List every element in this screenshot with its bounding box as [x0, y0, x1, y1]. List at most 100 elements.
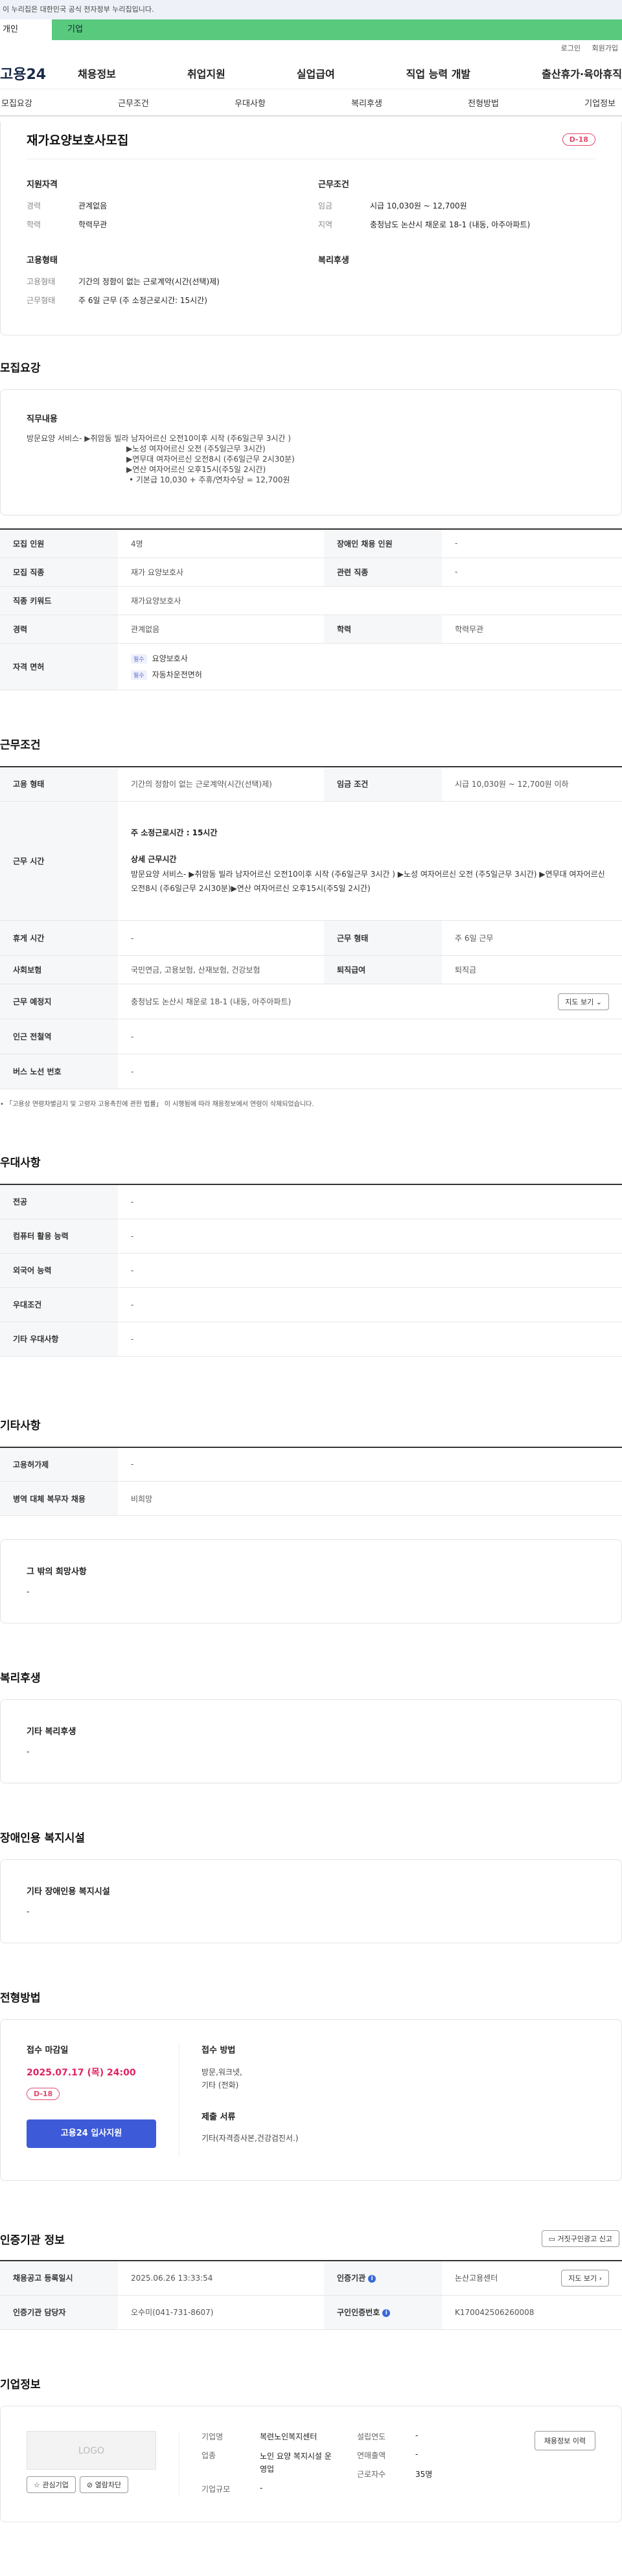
gnb-item-employment-support[interactable]: 취업지원 — [187, 65, 225, 81]
agency-map-button[interactable]: 지도 보기 › — [561, 2269, 609, 2287]
conditions-section: 근무조건 고용 형태 기간의 정함이 없는 근로계약(시간(선택)제) 임금 조건 시… — [0, 736, 622, 1108]
report-fake-ad-button[interactable]: ▭ 거짓구인광고 신고 — [541, 2230, 619, 2247]
selection-card: 접수 마감일 2025.07.17 (목) 24:00 D-18 고용24 입사… — [0, 2019, 622, 2181]
table-header: 퇴직급여 — [324, 955, 442, 984]
other-wishes-value: - — [27, 1587, 30, 1596]
education-value: 학력무관 — [78, 220, 108, 229]
table-cell: 주 6일 근무 — [442, 920, 622, 956]
duty-line: 방문요양 서비스- ▶취암동 빌라 남자어르신 오전10이후 시작 (주6일근무… — [27, 434, 291, 443]
audience-person-tab[interactable]: 개인 — [0, 19, 52, 40]
method-label: 접수 방법 — [202, 2046, 236, 2055]
employees-label: 근로자수 — [357, 2469, 386, 2479]
table-header: 근무 예정지 — [0, 984, 118, 1019]
table-header: 기타 우대사항 — [0, 1322, 118, 1357]
hours-cell: 주 소정근로시간 : 15시간 상세 근무시간 방문요양 서비스- ▶취암동 빌… — [118, 801, 622, 921]
summary-card: 재가요양보호사모집 D-18 지원자격 경력 관계없음 학력 학력무관 근무조건 임… — [0, 122, 622, 335]
license-cell: 필수 요양보호사 필수 자동차운전면허 — [118, 643, 622, 690]
table-header: 우대조건 — [0, 1287, 118, 1322]
table-cell: 재가 요양보호사 — [118, 558, 324, 587]
dday-badge: D-18 — [562, 133, 595, 146]
recruit-table: 모집 인원 4명 장애인 채용 인원 - 모집 직종 재가 요양보호사 관련 직종 - 직종… — [0, 528, 622, 690]
audience-switch: 개인 기업 — [0, 19, 622, 40]
chevron-down-icon: ⌄ — [595, 997, 602, 1006]
tab-recruit[interactable]: 모집요강 — [0, 96, 34, 109]
report-button-label: 거짓구인광고 신고 — [557, 2235, 612, 2243]
sales-value: - — [415, 2449, 419, 2459]
info-icon[interactable]: i — [368, 2274, 376, 2283]
welfare-box-value: - — [27, 1747, 30, 1756]
table-cell: K170042506260008 — [442, 2295, 622, 2330]
disability-section-title: 장애인용 복지시설 — [0, 1832, 86, 1845]
site-logo[interactable]: 고용24 — [0, 63, 78, 84]
gov-banner: 이 누리집은 대한민국 공식 전자정부 누리집입니다. — [0, 0, 622, 19]
welfare-title: 복리후생 — [318, 256, 349, 266]
company-name-value: 복련노인복지센터 — [260, 2432, 317, 2441]
industry-value: 노인 요양 복지시설 운영업 — [260, 2451, 332, 2474]
gnb-menu: 채용정보 취업지원 실업급여 직업 능력 개발 출산휴가·육아휴직 — [78, 65, 622, 81]
block-button-label: 열람차단 — [95, 2480, 122, 2489]
table-header: 채용공고 등록일시 — [0, 2261, 118, 2296]
number-label: 구인인증번호 — [337, 2308, 380, 2317]
table-header: 경력 — [0, 615, 118, 644]
employment-title: 고용형태 — [27, 256, 58, 266]
table-cell: - — [118, 1054, 622, 1089]
table-header: 인증기관 담당자 — [0, 2295, 118, 2330]
age-note: • 「고용상 연령차별금지 및 고령자 고용촉진에 관한 법률」 이 시행됨에 … — [0, 1098, 622, 1108]
etc-section: 기타사항 고용허가제 - 병역 대체 복무자 채용 비희망 그 밖의 희망사항 - — [0, 1416, 622, 1623]
company-section-title: 기업정보 — [0, 2378, 41, 2391]
wage-value: 시급 10,030원 ~ 12,700원 — [370, 201, 467, 210]
gnb-item-unemployment-benefit[interactable]: 실업급여 — [297, 65, 335, 81]
company-logo-text: LOGO — [78, 2445, 105, 2456]
education-label: 학력 — [27, 220, 41, 229]
sales-label: 연매출액 — [357, 2450, 386, 2460]
duty-card: 직무내용 방문요양 서비스- ▶취암동 빌라 남자어르신 오전10이후 시작 (… — [0, 389, 622, 515]
other-wishes-card: 그 밖의 희망사항 - — [0, 1539, 622, 1623]
apply-button[interactable]: 고용24 입사지원 — [27, 2119, 156, 2148]
tab-preference[interactable]: 우대사항 — [233, 96, 267, 109]
table-cell: 시급 10,030원 ~ 12,700원 이하 — [442, 766, 622, 802]
tab-welfare[interactable]: 복리후생 — [350, 96, 384, 109]
block-icon: ⊘ — [86, 2480, 93, 2489]
favorite-company-button[interactable]: ☆ 관심기업 — [27, 2476, 76, 2493]
cert-section: 인증기관 정보 ▭ 거짓구인광고 신고 채용공고 등록일시 2025.06.26 … — [0, 2230, 622, 2330]
map-button[interactable]: 지도 보기 ⌄ — [558, 993, 609, 1010]
star-icon: ☆ — [34, 2480, 40, 2489]
license-item: 자동차운전면허 — [152, 670, 202, 679]
table-cell: 오수미(041-731-8607) — [118, 2295, 324, 2330]
block-company-button[interactable]: ⊘ 열람차단 — [79, 2476, 129, 2493]
hours-detail: 방문요양 서비스- ▶취암동 빌라 남자어르신 오전10이후 시작 (주6일근무… — [131, 869, 605, 893]
hiring-history-button[interactable]: 채용정보 이력 — [534, 2430, 595, 2450]
etc-section-title: 기타사항 — [0, 1419, 41, 1432]
deadline-label: 접수 마감일 — [27, 2046, 69, 2055]
welfare-section: 복리후생 기타 복리후생 - — [0, 1669, 622, 1783]
tab-selection[interactable]: 전형방법 — [466, 96, 500, 109]
login-link[interactable]: 로그인 — [561, 44, 581, 52]
gnb-item-parental-leave[interactable]: 출산휴가·육아휴직 — [542, 65, 622, 81]
career-label: 경력 — [27, 201, 41, 210]
emptype-label: 고용형태 — [27, 277, 56, 286]
preference-section: 우대사항 전공 - 컴퓨터 활용 능력 - 외국어 능력 - 우대조건 - 기타 우대사… — [0, 1153, 622, 1357]
table-cell: 2025.06.26 13:33:54 — [118, 2261, 324, 2296]
table-cell: - — [118, 920, 324, 956]
apply-button-label: 고용24 입사지원 — [60, 2129, 122, 2138]
gnb-item-vocational-training[interactable]: 직업 능력 개발 — [406, 65, 470, 81]
table-cell: - — [118, 1322, 622, 1357]
table-header: 버스 노선 번호 — [0, 1054, 118, 1089]
tab-conditions[interactable]: 근무조건 — [117, 96, 150, 109]
section-tabs: 모집요강 근무조건 우대사항 복리후생 전형방법 기업정보 — [0, 89, 622, 117]
table-header: 고용 형태 — [0, 766, 118, 802]
signup-link[interactable]: 회원가입 — [592, 44, 618, 52]
table-header: 병역 대체 복무자 채용 — [0, 1481, 118, 1516]
table-cell: 4명 — [118, 529, 324, 558]
table-header: 모집 직종 — [0, 558, 118, 587]
duty-title: 직무내용 — [27, 414, 58, 424]
deadline-value: 2025.07.17 (목) 24:00 — [27, 2068, 136, 2078]
tab-company[interactable]: 기업정보 — [583, 96, 617, 109]
welfare-card: 기타 복리후생 - — [0, 1699, 622, 1783]
other-wishes-title: 그 밖의 희망사항 — [27, 1567, 87, 1577]
region-label: 지역 — [318, 220, 333, 229]
worktype-value: 주 6일 근무 (주 소정근로시간: 15시간) — [78, 296, 207, 305]
audience-business-tab[interactable]: 기업 — [52, 19, 622, 40]
info-icon[interactable]: i — [382, 2309, 391, 2317]
gnb-item-jobs[interactable]: 채용정보 — [78, 65, 116, 81]
